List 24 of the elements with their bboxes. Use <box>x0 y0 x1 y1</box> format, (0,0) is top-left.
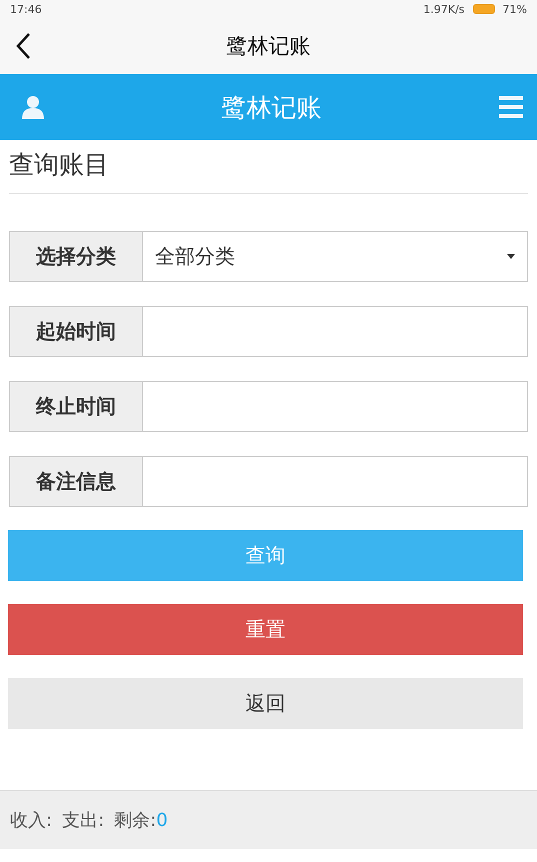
battery-icon <box>472 4 495 14</box>
back-icon <box>15 32 31 60</box>
network-speed: 1.97K/s <box>423 2 465 16</box>
status-time: 17:46 <box>10 2 42 16</box>
back-button[interactable]: 返回 <box>8 678 523 729</box>
battery-level: 71% <box>502 2 527 16</box>
field-label: 选择分类 <box>9 231 143 282</box>
field-label: 起始时间 <box>9 306 143 357</box>
balance-label: 剩余:0 <box>114 809 168 832</box>
input-field[interactable] <box>143 306 528 357</box>
input-field[interactable] <box>143 381 528 432</box>
caret-icon <box>507 254 515 259</box>
reset-button[interactable]: 重置 <box>8 604 523 655</box>
menu-icon[interactable] <box>499 96 523 118</box>
expense-label: 支出: <box>62 809 104 832</box>
field-label: 终止时间 <box>9 381 143 432</box>
input-field[interactable] <box>143 456 528 507</box>
page-heading: 查询账目 <box>9 148 528 194</box>
field-label: 备注信息 <box>9 456 143 507</box>
user-icon[interactable] <box>22 95 44 119</box>
category-select[interactable]: 全部分类 <box>143 231 528 282</box>
app-title: 鹭林记账 <box>222 92 322 124</box>
nav-title: 鹭林记账 <box>226 34 310 58</box>
income-label: 收入: <box>10 809 52 832</box>
